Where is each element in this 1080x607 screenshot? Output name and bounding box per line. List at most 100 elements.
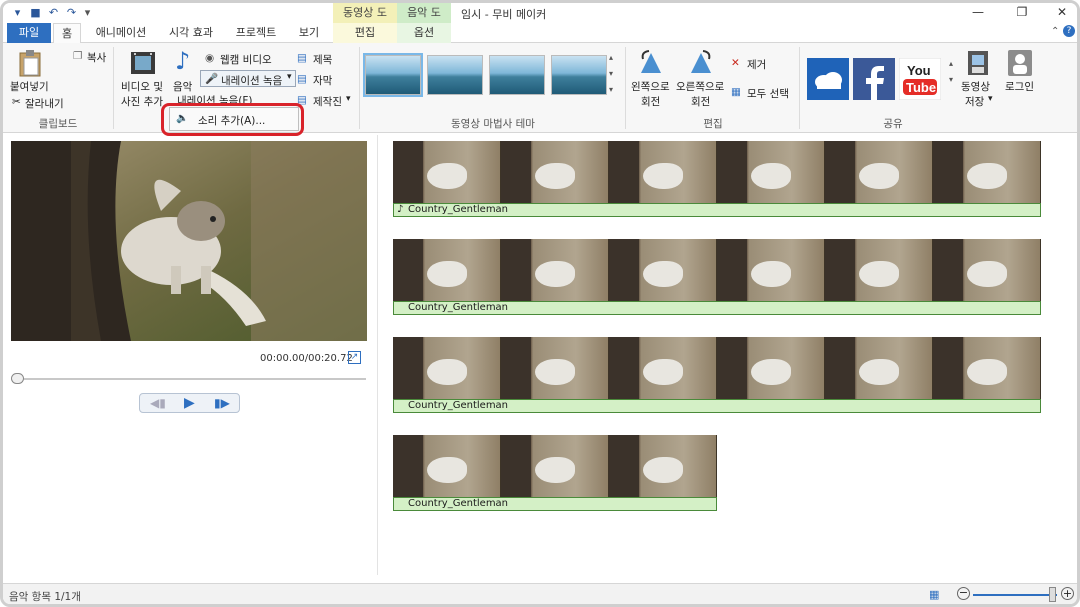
- facebook-icon[interactable]: [853, 58, 895, 100]
- theme-thumbnail[interactable]: [551, 55, 607, 95]
- minimize-button[interactable]: —: [963, 4, 993, 21]
- clip-frame: [393, 435, 501, 497]
- save-movie-button[interactable]: 동영상: [961, 79, 990, 94]
- login-button[interactable]: 로그인: [1005, 79, 1034, 94]
- rotate-right-icon[interactable]: [687, 49, 715, 77]
- seek-handle[interactable]: [11, 373, 24, 384]
- webcam-icon[interactable]: ◉: [205, 52, 214, 64]
- select-all-button[interactable]: 모두 선택: [747, 86, 789, 101]
- add-video-button-line2[interactable]: 사진 추가: [121, 94, 163, 109]
- undo-icon[interactable]: ↶: [47, 6, 60, 19]
- video-clip[interactable]: [393, 435, 717, 497]
- tab-project[interactable]: 프로젝트: [231, 23, 281, 43]
- save-movie-dropdown-icon[interactable]: ▾: [988, 94, 993, 104]
- save-movie-icon[interactable]: [965, 49, 991, 77]
- seek-bar[interactable]: [11, 378, 366, 380]
- next-frame-icon[interactable]: ▮▶: [214, 396, 230, 410]
- youtube-icon[interactable]: You Tube: [899, 58, 941, 100]
- rotate-right-button-line2[interactable]: 회전: [691, 94, 710, 109]
- onedrive-icon[interactable]: [807, 58, 849, 100]
- audio-track[interactable]: Country_Gentleman: [393, 301, 1041, 315]
- chevron-down-icon[interactable]: ▾: [287, 72, 292, 82]
- tab-options[interactable]: 옵션: [397, 23, 451, 43]
- audio-track[interactable]: Country_Gentleman: [393, 497, 717, 511]
- tab-file[interactable]: 파일: [7, 23, 51, 43]
- record-narration-button[interactable]: 🎤 내레이션 녹음 ▾: [200, 70, 296, 87]
- clip-frame: [393, 337, 501, 399]
- audio-track[interactable]: Country_Gentleman: [393, 399, 1041, 413]
- context-video-tools: 동영상 도구: [333, 3, 397, 39]
- credits-dropdown-icon[interactable]: ▾: [346, 94, 351, 104]
- paste-icon[interactable]: [17, 49, 43, 77]
- add-video-button[interactable]: 비디오 및: [121, 79, 163, 94]
- copy-button[interactable]: 복사: [87, 50, 106, 65]
- collapse-ribbon-icon[interactable]: ⌃: [1051, 26, 1059, 37]
- add-video-photo-icon[interactable]: [129, 49, 157, 77]
- redo-icon[interactable]: ↷: [65, 6, 78, 19]
- video-preview[interactable]: [11, 141, 367, 341]
- cut-button[interactable]: 잘라내기: [25, 96, 64, 111]
- login-icon[interactable]: [1007, 49, 1033, 77]
- clip-frame: [393, 141, 501, 203]
- play-icon[interactable]: ▶: [184, 395, 195, 411]
- app-menu-icon[interactable]: ▾: [11, 6, 24, 19]
- themes-group-label: 동영상 마법사 테마: [451, 118, 535, 130]
- share-group-label: 공유: [883, 118, 903, 130]
- clip-frame: [825, 337, 933, 399]
- cut-icon[interactable]: ✂: [12, 96, 21, 108]
- help-icon[interactable]: ?: [1063, 25, 1075, 37]
- music-icon[interactable]: ♪: [175, 47, 190, 75]
- scroll-down-icon[interactable]: ▾: [609, 69, 613, 78]
- more-themes-icon[interactable]: ▾: [609, 85, 613, 94]
- zoom-in-icon[interactable]: +: [1061, 587, 1074, 600]
- tab-home[interactable]: 홈: [53, 23, 81, 43]
- share-scroll-down-icon[interactable]: ▾: [949, 75, 953, 84]
- storyboard-view-icon[interactable]: ▦: [929, 588, 939, 601]
- remove-icon[interactable]: ✕: [731, 57, 740, 69]
- caption-button[interactable]: 자막: [313, 73, 332, 88]
- paste-button[interactable]: 붙여넣기: [10, 79, 49, 94]
- scroll-up-icon[interactable]: ▴: [609, 53, 613, 62]
- tab-animation[interactable]: 애니메이션: [91, 23, 151, 43]
- title-icon[interactable]: ▤: [297, 52, 307, 64]
- theme-thumbnail[interactable]: [489, 55, 545, 95]
- video-clip[interactable]: [393, 141, 1041, 203]
- maximize-button[interactable]: ❐: [1007, 4, 1037, 21]
- music-button[interactable]: 음악: [173, 79, 192, 94]
- ribbon-tabs: 파일 홈 애니메이션 시각 효과 프로젝트 보기 편집 옵션 ⌃ ?: [3, 23, 1077, 43]
- zoom-slider[interactable]: [973, 594, 1057, 596]
- pane-divider[interactable]: [377, 135, 378, 575]
- copy-icon[interactable]: ❐: [73, 50, 82, 62]
- svg-text:You: You: [907, 63, 931, 78]
- zoom-out-icon[interactable]: −: [957, 587, 970, 600]
- share-scroll-up-icon[interactable]: ▴: [949, 59, 953, 68]
- fullscreen-icon[interactable]: ↗: [348, 351, 361, 364]
- tab-visual-effects[interactable]: 시각 효과: [163, 23, 219, 43]
- rotate-left-button[interactable]: 왼쪽으로: [631, 79, 670, 94]
- video-clip[interactable]: [393, 239, 1041, 301]
- rotate-left-button-line2[interactable]: 회전: [641, 94, 660, 109]
- clip-frame: [501, 239, 609, 301]
- caption-icon[interactable]: ▤: [297, 73, 307, 85]
- theme-thumbnail[interactable]: [427, 55, 483, 95]
- rotate-right-button[interactable]: 오른쪽으로: [676, 79, 724, 94]
- save-movie-button-line2[interactable]: 저장: [965, 94, 984, 109]
- clip-frame: [933, 141, 1041, 203]
- remove-button[interactable]: 제거: [747, 57, 766, 72]
- video-clip[interactable]: [393, 337, 1041, 399]
- webcam-video-button[interactable]: 웹캠 비디오: [220, 52, 272, 67]
- tab-edit[interactable]: 편집: [333, 23, 397, 43]
- theme-thumbnail[interactable]: [363, 53, 423, 97]
- select-all-icon[interactable]: ▦: [731, 86, 741, 98]
- audio-track[interactable]: Country_Gentleman ♪: [393, 203, 1041, 217]
- rotate-left-icon[interactable]: [637, 49, 665, 77]
- zoom-slider-handle[interactable]: [1049, 587, 1056, 602]
- credits-button[interactable]: 제작진: [313, 94, 342, 109]
- previous-frame-icon[interactable]: ◀▮: [150, 396, 166, 410]
- close-button[interactable]: ✕: [1047, 4, 1077, 21]
- tab-view[interactable]: 보기: [293, 23, 325, 43]
- clip-frame: [717, 239, 825, 301]
- save-icon[interactable]: ■: [29, 6, 42, 19]
- customize-qat-icon[interactable]: ▾: [81, 6, 94, 19]
- title-button[interactable]: 제목: [313, 52, 332, 67]
